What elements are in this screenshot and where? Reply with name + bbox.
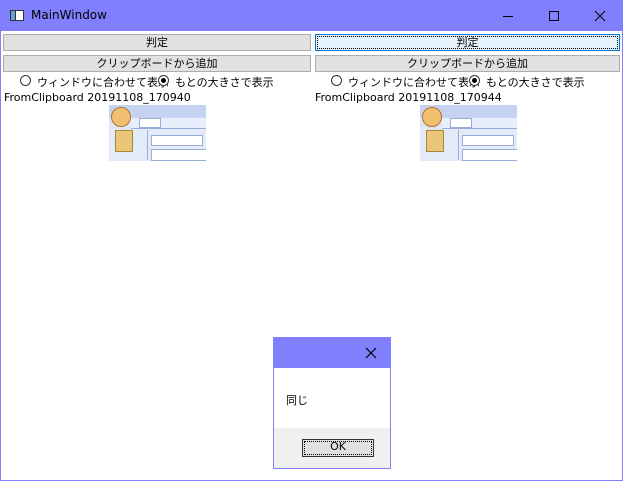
judge-button-right-label: 判定: [456, 36, 479, 49]
add-from-clipboard-button-left[interactable]: クリップボードから追加: [3, 55, 311, 72]
window-title: MainWindow: [31, 8, 107, 22]
clipboard-image-left: [109, 105, 206, 161]
display-mode-radio-group-left: ウィンドウに合わせて表示 もとの大きさで表示: [20, 74, 310, 90]
close-icon: [594, 10, 606, 22]
radio-fit-window-left[interactable]: [20, 75, 31, 86]
radio-original-size-left-label[interactable]: もとの大きさで表示: [175, 74, 274, 90]
dialog-footer: OK: [274, 428, 390, 468]
judge-button-right[interactable]: 判定: [315, 34, 620, 51]
judge-button-left-label: 判定: [146, 36, 168, 49]
add-button-right-label: クリップボードから追加: [407, 57, 528, 70]
dialog-ok-button[interactable]: OK: [302, 439, 374, 457]
dialog-message: 同じ: [286, 394, 308, 407]
minimize-button[interactable]: [485, 1, 531, 31]
dialog-close-icon[interactable]: [364, 346, 378, 360]
radio-original-size-left[interactable]: [158, 75, 169, 86]
add-from-clipboard-button-right[interactable]: クリップボードから追加: [315, 55, 620, 72]
maximize-button[interactable]: [531, 1, 577, 31]
radio-fit-window-right[interactable]: [331, 75, 342, 86]
radio-original-size-right[interactable]: [469, 75, 480, 86]
dialog-title-bar[interactable]: [274, 338, 390, 368]
message-dialog: 同じ OK: [273, 337, 391, 469]
app-window-icon: [10, 10, 24, 21]
clipboard-image-right: [420, 105, 517, 161]
display-mode-radio-group-right: ウィンドウに合わせて表示 もとの大きさで表示: [331, 74, 620, 90]
main-window: MainWindow 判定 クリップボードから追加 ウィンドウに合わせて表示 も…: [0, 0, 623, 481]
radio-fit-window-right-label[interactable]: ウィンドウに合わせて表示: [348, 74, 480, 90]
add-button-left-label: クリップボードから追加: [96, 57, 218, 70]
title-bar[interactable]: MainWindow: [1, 1, 622, 31]
judge-button-left[interactable]: 判定: [3, 34, 311, 51]
image-filename-left: FromClipboard 20191108_170940: [4, 91, 191, 104]
maximize-icon: [549, 11, 559, 21]
dialog-ok-label: OK: [330, 440, 346, 453]
close-button[interactable]: [577, 1, 623, 31]
image-filename-right: FromClipboard 20191108_170944: [315, 91, 502, 104]
radio-original-size-right-label[interactable]: もとの大きさで表示: [486, 74, 585, 90]
minimize-icon: [503, 16, 513, 17]
radio-fit-window-left-label[interactable]: ウィンドウに合わせて表示: [37, 74, 169, 90]
